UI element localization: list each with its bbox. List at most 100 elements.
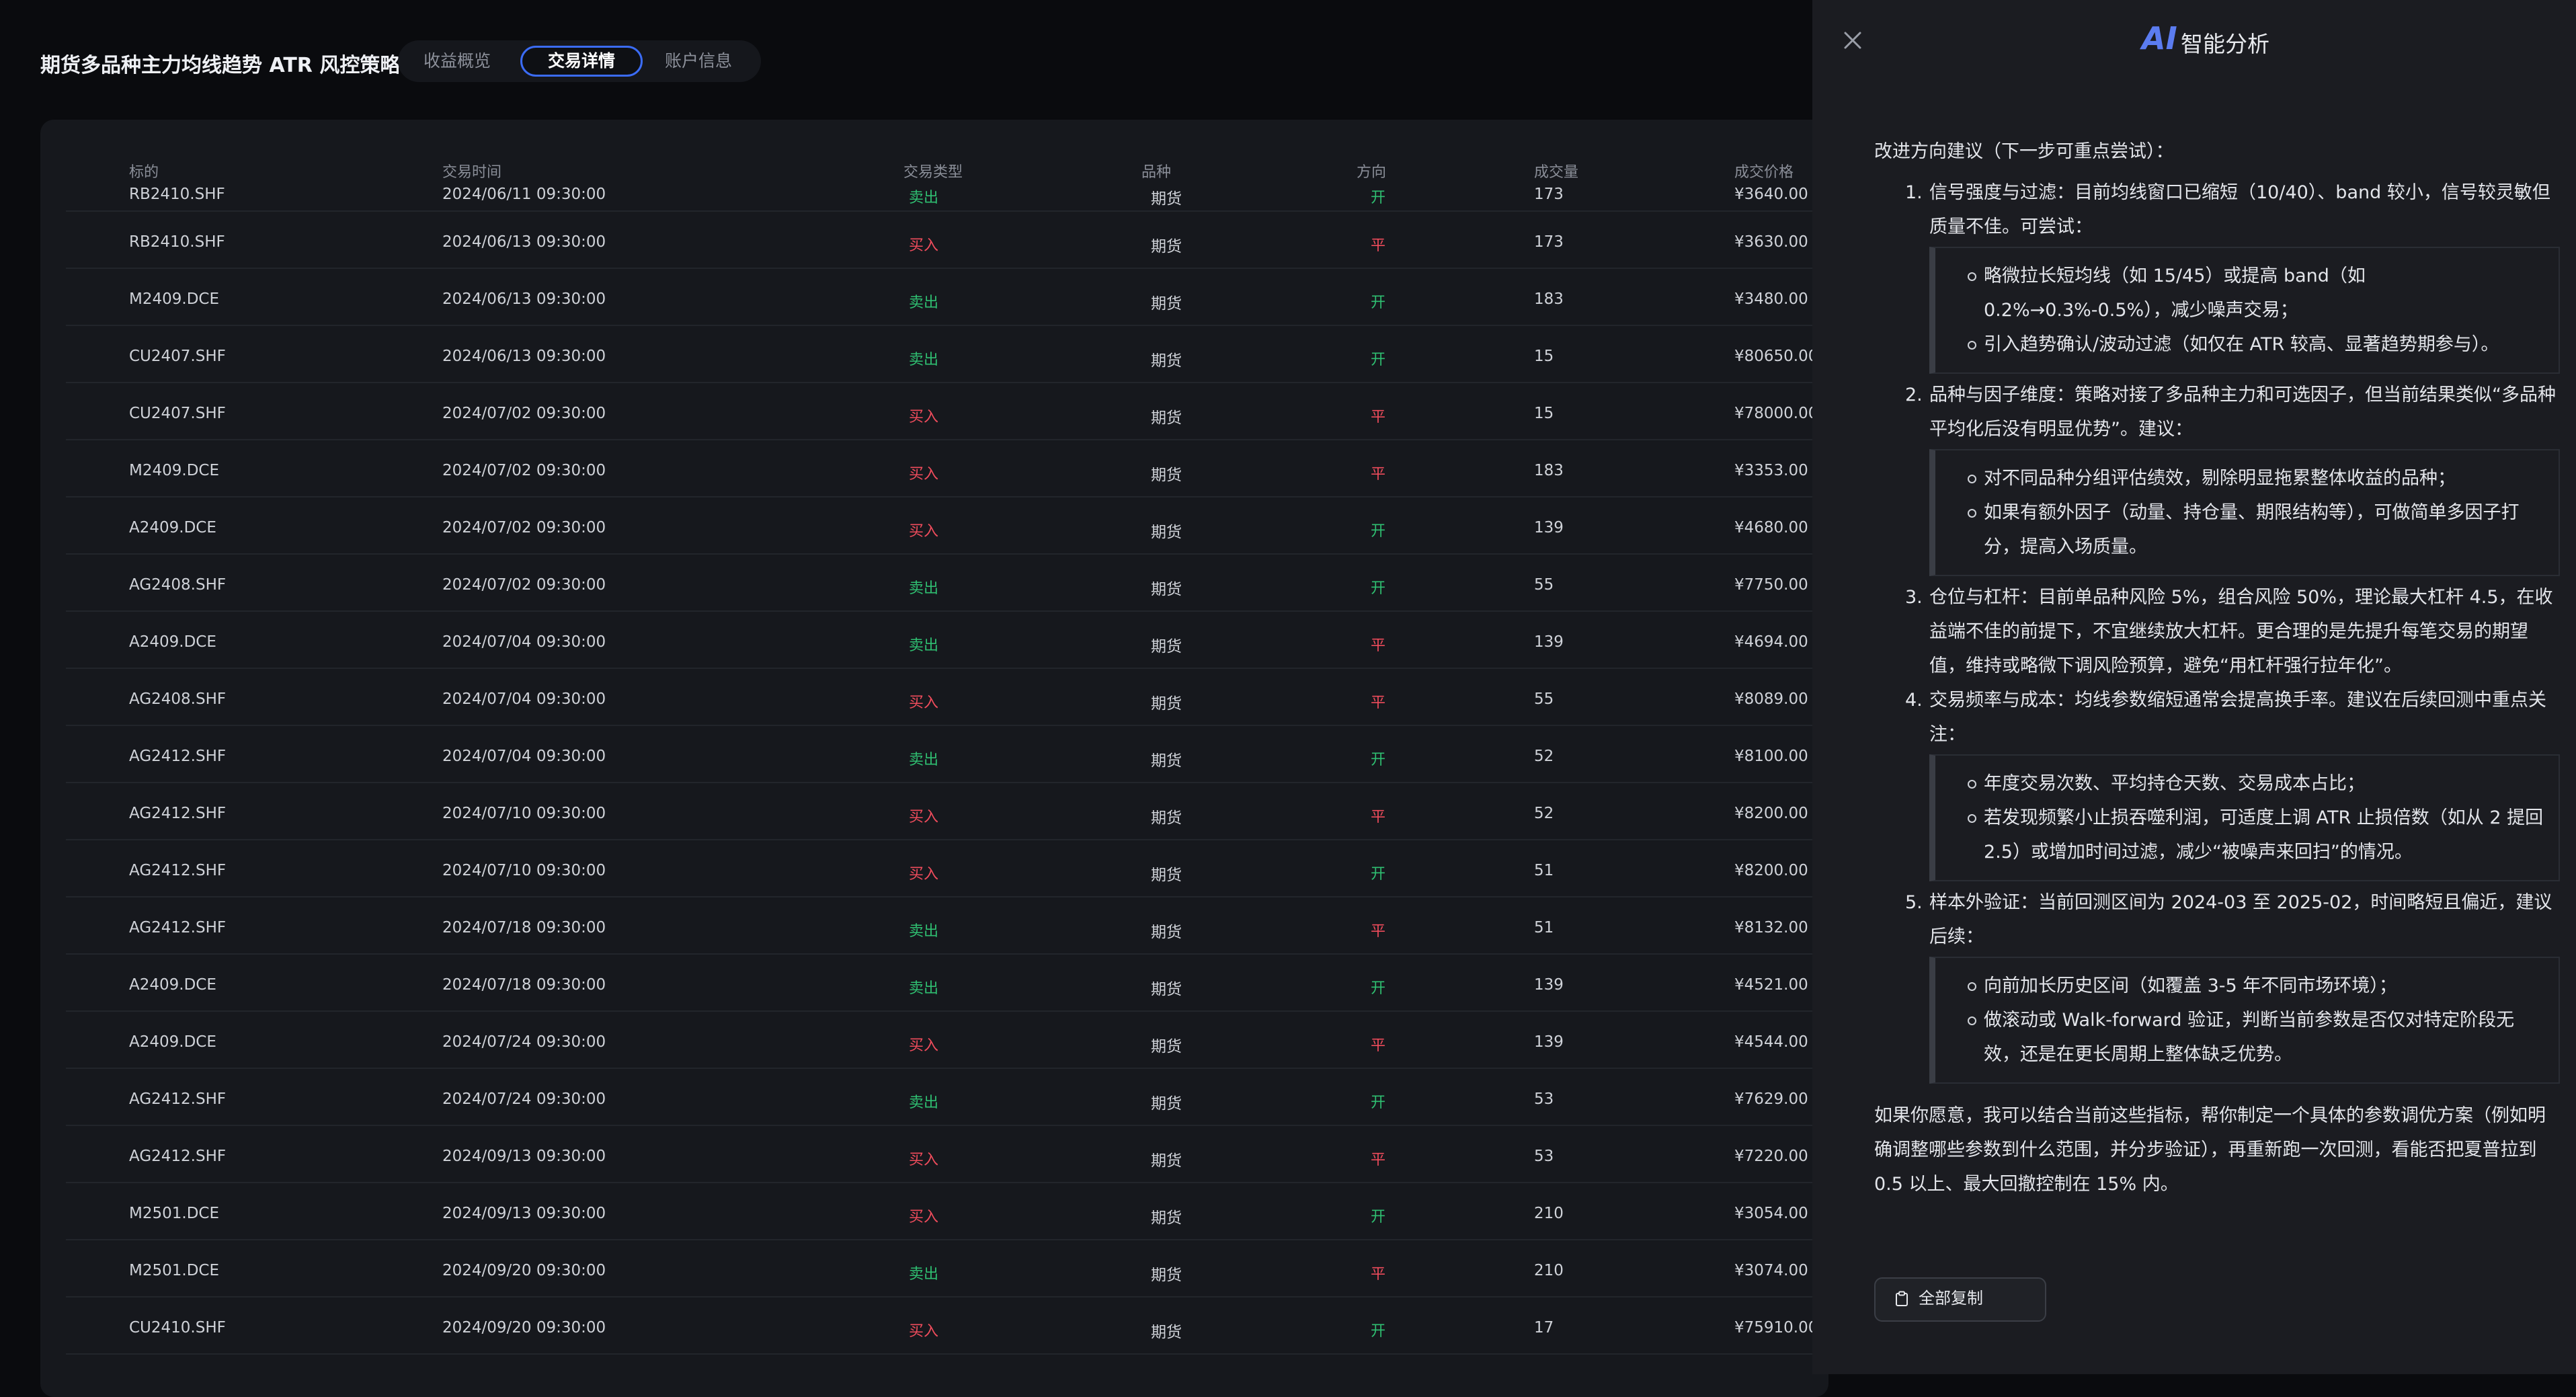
table-row[interactable]: AG2408.SHF 2024/07/02 09:30:00 卖出 期货 开 55 ¥775…	[66, 555, 1828, 612]
tab-trade-details[interactable]: 交易详情	[520, 46, 643, 77]
table-row[interactable]: AG2412.SHF 2024/07/10 09:30:00 买入 期货 平 52 ¥820…	[66, 783, 1828, 840]
cell-price: ¥7220.00	[1734, 1148, 1808, 1165]
table-row[interactable]: M2409.DCE 2024/06/13 09:30:00 卖出 期货 开 183 ¥348…	[66, 269, 1828, 326]
cell-kind: 期货	[1151, 352, 1182, 370]
table-row[interactable]: RB2410.SHF 2024/06/11 09:30:00 卖出 期货 开 173 ¥36…	[66, 186, 1828, 212]
table-row[interactable]: CU2410.SHF 2024/09/20 09:30:00 买入 期货 开 17 ¥759…	[66, 1298, 1828, 1355]
suggestion-text: 信号强度与过滤：目前均线窗口已缩短（10/40）、band 较小，信号较灵敏但质…	[1929, 182, 2550, 237]
clipboard-icon	[1896, 1291, 1908, 1306]
cell-time: 2024/07/02 09:30:00	[442, 576, 606, 594]
cell-type: 卖出	[909, 637, 939, 654]
analysis-intro: 改进方向建议（下一步可重点尝试）：	[1874, 141, 2174, 162]
header-symbol: 标的	[129, 164, 159, 181]
table-row[interactable]: AG2408.SHF 2024/07/04 09:30:00 买入 期货 平 55 ¥808…	[66, 669, 1828, 726]
table-row[interactable]: CU2407.SHF 2024/07/02 09:30:00 买入 期货 平 15 ¥780…	[66, 383, 1828, 440]
cell-direction: 平	[1371, 694, 1386, 711]
suggestion-bullet: 向前加长历史区间（如覆盖 3-5 年不同市场环境）；	[1935, 969, 2545, 1003]
cell-symbol: AG2408.SHF	[129, 576, 227, 594]
cell-volume: 210	[1534, 1262, 1564, 1279]
table-row[interactable]: M2501.DCE 2024/09/20 09:30:00 卖出 期货 平 210 ¥307…	[66, 1240, 1828, 1298]
cell-type: 卖出	[909, 1094, 939, 1111]
suggestion-text: 品种与因子维度：策略对接了多品种主力和可选因子，但当前结果类似“多品种平均化后没…	[1929, 385, 2556, 440]
table-row[interactable]: A2409.DCE 2024/07/04 09:30:00 卖出 期货 平 139 ¥469…	[66, 612, 1828, 669]
bullet-circle-icon	[1968, 509, 1976, 518]
table-row[interactable]: AG2412.SHF 2024/07/18 09:30:00 卖出 期货 平 51 ¥813…	[66, 897, 1828, 955]
cell-price: ¥4544.00	[1734, 1033, 1808, 1051]
bullet-text: 向前加长历史区间（如覆盖 3-5 年不同市场环境）；	[1984, 975, 2397, 996]
cell-direction: 开	[1371, 352, 1386, 368]
cell-time: 2024/07/02 09:30:00	[442, 462, 606, 479]
cell-direction: 开	[1371, 294, 1386, 311]
suggestion-number: 1.	[1905, 182, 1923, 203]
cell-volume: 15	[1534, 348, 1554, 365]
cell-price: ¥80650.00	[1734, 348, 1818, 365]
cell-time: 2024/07/10 09:30:00	[442, 862, 606, 879]
cell-kind: 期货	[1151, 695, 1182, 713]
suggestion-text: 交易频率与成本：均线参数缩短通常会提高换手率。建议在后续回测中重点关注：	[1929, 690, 2546, 745]
bullet-text: 年度交易次数、平均持仓天数、交易成本占比；	[1984, 773, 2365, 794]
cell-time: 2024/06/13 09:30:00	[442, 290, 606, 308]
cell-kind: 期货	[1151, 1324, 1182, 1341]
cell-time: 2024/09/13 09:30:00	[442, 1205, 606, 1222]
cell-time: 2024/07/10 09:30:00	[442, 805, 606, 822]
cell-symbol: AG2408.SHF	[129, 690, 227, 708]
bullet-text: 如果有额外因子（动量、持仓量、期限结构等），可做简单多因子打分，提高入场质量。	[1984, 502, 2520, 557]
cell-direction: 开	[1371, 752, 1386, 768]
cell-type: 卖出	[909, 580, 939, 597]
table-row[interactable]: M2409.DCE 2024/07/02 09:30:00 买入 期货 平 183 ¥335…	[66, 440, 1828, 497]
suggestion-number: 2.	[1905, 385, 1923, 405]
table-row[interactable]: A2409.DCE 2024/07/24 09:30:00 买入 期货 平 139 ¥454…	[66, 1012, 1828, 1069]
suggestion-bullet: 如果有额外因子（动量、持仓量、期限结构等），可做简单多因子打分，提高入场质量。	[1935, 495, 2545, 564]
cell-price: ¥3630.00	[1734, 233, 1808, 251]
cell-time: 2024/09/20 09:30:00	[442, 1319, 606, 1336]
cell-type: 买入	[909, 466, 939, 483]
table-row[interactable]: M2501.DCE 2024/09/13 09:30:00 买入 期货 开 210 ¥305…	[66, 1183, 1828, 1240]
cell-volume: 210	[1534, 1205, 1564, 1222]
copy-all-button[interactable]: 全部复制	[1874, 1277, 2046, 1322]
cell-volume: 139	[1534, 976, 1564, 994]
table-row[interactable]: AG2412.SHF 2024/07/04 09:30:00 卖出 期货 开 52 ¥810…	[66, 726, 1828, 783]
table-row[interactable]: A2409.DCE 2024/07/18 09:30:00 卖出 期货 开 139 ¥452…	[66, 955, 1828, 1012]
suggestion-item: 3. 仓位与杠杆：目前单品种风险 5%，组合风险 50%，理论最大杠杆 4.5，在…	[1874, 580, 2560, 683]
suggestion-text: 样本外验证：当前回测区间为 2024-03 至 2025-02，时间略短且偏近，…	[1929, 892, 2552, 947]
cell-kind: 期货	[1151, 1038, 1182, 1055]
cell-price: ¥3640.00	[1734, 186, 1808, 203]
cell-time: 2024/06/11 09:30:00	[442, 186, 606, 203]
cell-price: ¥3054.00	[1734, 1205, 1808, 1222]
cell-symbol: A2409.DCE	[129, 519, 216, 536]
copy-all-label: 全部复制	[1919, 1289, 1983, 1308]
table-row[interactable]: CU2407.SHF 2024/06/13 09:30:00 卖出 期货 开 15 ¥806…	[66, 326, 1828, 383]
tab-overview[interactable]: 收益概览	[407, 46, 507, 77]
table-row[interactable]: A2409.DCE 2024/07/02 09:30:00 买入 期货 开 139 ¥468…	[66, 497, 1828, 555]
cell-kind: 期货	[1151, 1152, 1182, 1170]
cell-direction: 平	[1371, 237, 1386, 254]
cell-price: ¥8132.00	[1734, 919, 1808, 936]
table-row[interactable]: AG2412.SHF 2024/09/13 09:30:00 买入 期货 平 53 ¥722…	[66, 1126, 1828, 1183]
cell-symbol: A2409.DCE	[129, 633, 216, 651]
table-row[interactable]: AG2412.SHF 2024/07/24 09:30:00 卖出 期货 开 53 ¥762…	[66, 1069, 1828, 1126]
suggestion-bullet: 做滚动或 Walk-forward 验证，判断当前参数是否仅对特定阶段无效，还是…	[1935, 1003, 2545, 1072]
bullet-circle-icon	[1968, 780, 1976, 789]
cell-kind: 期货	[1151, 809, 1182, 827]
cell-symbol: M2409.DCE	[129, 462, 219, 479]
suggestion-detail-block: 年度交易次数、平均持仓天数、交易成本占比； 若发现频繁小止损吞噬利润，可适度上调 …	[1929, 754, 2560, 881]
cell-time: 2024/09/13 09:30:00	[442, 1148, 606, 1165]
cell-kind: 期货	[1151, 190, 1182, 208]
trades-table-panel: 标的 交易时间 交易类型 品种 方向 成交量 成交价格 RB2410.SHF 20…	[40, 120, 1828, 1397]
header-price: 成交价格	[1734, 164, 1794, 181]
cell-kind: 期货	[1151, 524, 1182, 541]
cell-price: ¥3074.00	[1734, 1262, 1808, 1279]
cell-price: ¥75910.00	[1734, 1319, 1818, 1336]
cell-type: 买入	[909, 866, 939, 883]
table-row[interactable]: AG2412.SHF 2024/07/10 09:30:00 买入 期货 开 51 ¥820…	[66, 840, 1828, 897]
table-row[interactable]: RB2410.SHF 2024/06/13 09:30:00 买入 期货 平 173 ¥36…	[66, 212, 1828, 269]
cell-kind: 期货	[1151, 581, 1182, 598]
ai-panel-title: 智能分析	[2181, 31, 2269, 57]
cell-time: 2024/06/13 09:30:00	[442, 348, 606, 365]
suggestion-item: 5. 样本外验证：当前回测区间为 2024-03 至 2025-02，时间略短且偏…	[1874, 885, 2560, 1084]
cell-symbol: CU2407.SHF	[129, 405, 226, 422]
tab-account-info[interactable]: 账户信息	[648, 46, 749, 77]
close-icon[interactable]	[1838, 26, 1867, 55]
cell-direction: 开	[1371, 1094, 1386, 1111]
cell-volume: 52	[1534, 748, 1554, 765]
